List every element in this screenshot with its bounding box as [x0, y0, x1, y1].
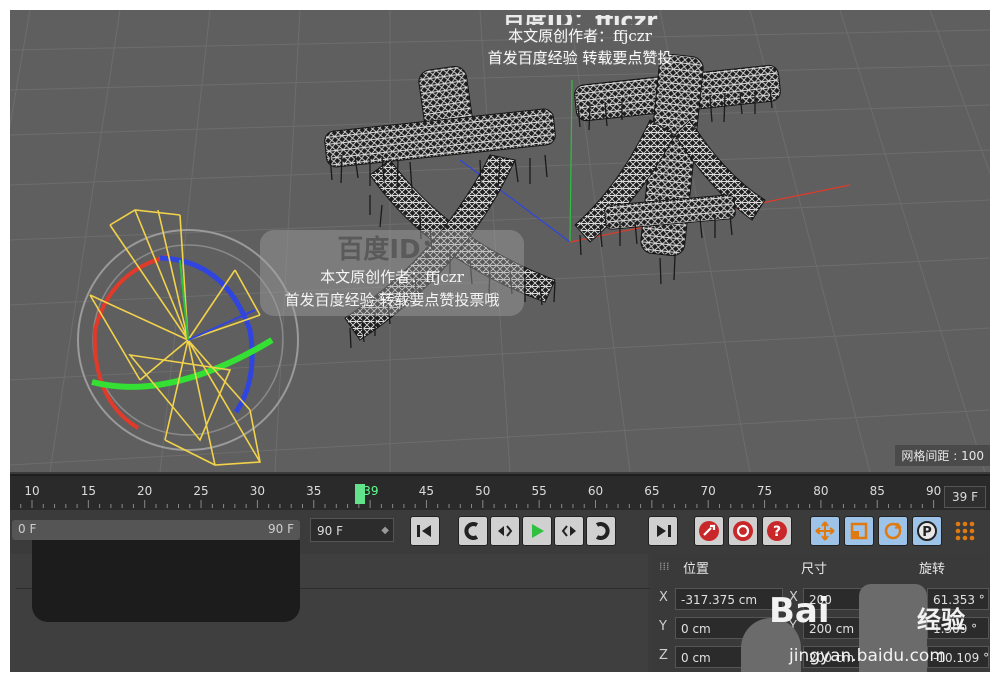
watermark-top-note: 首发百度经验 转载要点赞投 — [487, 49, 673, 67]
previous-frame-button[interactable] — [490, 516, 520, 546]
pla-key-button[interactable] — [950, 516, 980, 546]
question-key-icon: ? — [767, 521, 787, 541]
redacted-area — [32, 540, 300, 622]
previous-key-icon — [464, 522, 479, 540]
rotate-circle-icon — [884, 522, 902, 540]
watermark-top: 百度ID：ffjczr 本文原创作者：ffjczr 首发百度经验 转载要点赞投 — [430, 15, 730, 69]
next-frame-icon — [561, 525, 576, 537]
go-to-start-button[interactable] — [410, 516, 440, 546]
timeline-tick-label: 50 — [475, 484, 491, 498]
timeline-tick-label: 60 — [587, 484, 604, 498]
go-to-start-icon — [417, 525, 431, 537]
timeline-tick-label: 45 — [418, 484, 435, 498]
watermark-top-id: 百度ID：ffjczr — [430, 15, 730, 25]
position-header: 位置 — [683, 562, 710, 577]
svg-text:P: P — [922, 525, 932, 540]
previous-key-button[interactable] — [458, 516, 488, 546]
watermark-center-id: 百度ID： — [337, 235, 447, 265]
timeline-ruler[interactable]: 10 15 20 25 30 35 39 45 50 55 60 65 70 75 80 85 90 39 F — [10, 474, 990, 510]
next-key-button[interactable] — [586, 516, 616, 546]
timeline-tick-label: 55 — [531, 484, 547, 498]
size-header: 尺寸 — [801, 562, 828, 577]
watermark-top-author: 本文原创作者：ffjczr — [508, 27, 652, 45]
max-frame-value: 90 F — [317, 524, 343, 538]
parameter-p-icon: P — [917, 521, 937, 541]
timeline-tick-label: 85 — [869, 484, 885, 498]
panel-grip-icon[interactable]: ⁞⁞⁞ — [659, 560, 670, 573]
autokey-icon — [733, 521, 753, 541]
next-key-icon — [595, 522, 610, 540]
preview-range-slider[interactable]: 0 F 90 F — [12, 520, 300, 540]
3d-viewport[interactable]: 百度ID：ffjczr 本文原创作者：ffjczr 首发百度经验 转载要点赞投 … — [10, 10, 990, 472]
play-button[interactable] — [522, 516, 552, 546]
timeline-tick-label: 65 — [644, 484, 660, 498]
go-to-end-icon — [657, 525, 671, 537]
timeline-tick-label: 35 — [306, 484, 322, 498]
max-frame-field[interactable]: 90 F ◆ — [310, 518, 394, 542]
timeline-tick-label: 30 — [249, 484, 266, 498]
watermark-center: 百度ID： 本文原创作者：ffjczr 首发百度经验 转载要点赞投票哦 — [260, 230, 524, 316]
keyframe-selection-button[interactable]: ? — [762, 516, 792, 546]
autokey-button[interactable] — [728, 516, 758, 546]
timeline-ticks — [20, 500, 968, 508]
timeline-tick-label: 15 — [80, 484, 96, 498]
coordinates-panel: ⁞⁞⁞ 位置 尺寸 旋转 X Y Z -317.375 cm 0 cm 0 cm… — [651, 554, 990, 672]
rotate-key-button[interactable] — [878, 516, 908, 546]
axis-y-line — [569, 79, 573, 243]
timeline-tick-label: 80 — [813, 484, 829, 498]
timeline-tick-label: 20 — [137, 484, 153, 498]
range-end-label: 90 F — [268, 522, 294, 536]
svg-text:?: ? — [773, 524, 781, 540]
stepper-arrows-icon[interactable]: ◆ — [381, 519, 389, 543]
timeline-tick-label: 10 — [24, 484, 40, 498]
axis-label-z: Z — [659, 648, 668, 663]
watermark-center-note: 首发百度经验 转载要点赞投票哦 — [284, 291, 500, 309]
axis-label-x: X — [659, 590, 668, 605]
play-icon — [532, 524, 544, 538]
position-x-field[interactable]: -317.375 cm — [675, 588, 783, 610]
watermark-logo-url: jingyan.baidu.com — [789, 646, 946, 666]
previous-frame-icon — [498, 525, 513, 537]
next-frame-button[interactable] — [554, 516, 584, 546]
timeline-tick-label: 39 — [363, 484, 379, 498]
timeline-tick-label: 90 — [925, 484, 942, 498]
grid-spacing-readout: 网格间距 : 100 — [895, 445, 990, 466]
dot-grid-icon — [955, 521, 975, 541]
axis-label-y: Y — [659, 619, 667, 634]
timeline-tick-label: 25 — [193, 484, 209, 498]
record-key-icon — [699, 521, 719, 541]
scale-box-icon — [850, 522, 868, 540]
timeline-tick-label: 75 — [756, 484, 773, 498]
timeline-tick-label: 70 — [700, 484, 716, 498]
watermark-center-author: 本文原创作者：ffjczr — [320, 268, 464, 286]
watermark-logo-bai: Bai — [769, 591, 830, 631]
current-frame-field[interactable]: 39 F — [944, 486, 986, 508]
move-arrows-icon — [815, 521, 835, 541]
cinema4d-window: 百度ID：ffjczr 本文原创作者：ffjczr 首发百度经验 转载要点赞投 … — [10, 10, 990, 672]
watermark-logo-jingyan: 经验 — [917, 606, 965, 634]
rotation-header: 旋转 — [919, 562, 946, 577]
parameter-key-button[interactable]: P — [912, 516, 942, 546]
range-start-label: 0 F — [18, 522, 37, 536]
go-to-end-button[interactable] — [648, 516, 678, 546]
record-key-button[interactable] — [694, 516, 724, 546]
scale-key-button[interactable] — [844, 516, 874, 546]
move-key-button[interactable] — [810, 516, 840, 546]
